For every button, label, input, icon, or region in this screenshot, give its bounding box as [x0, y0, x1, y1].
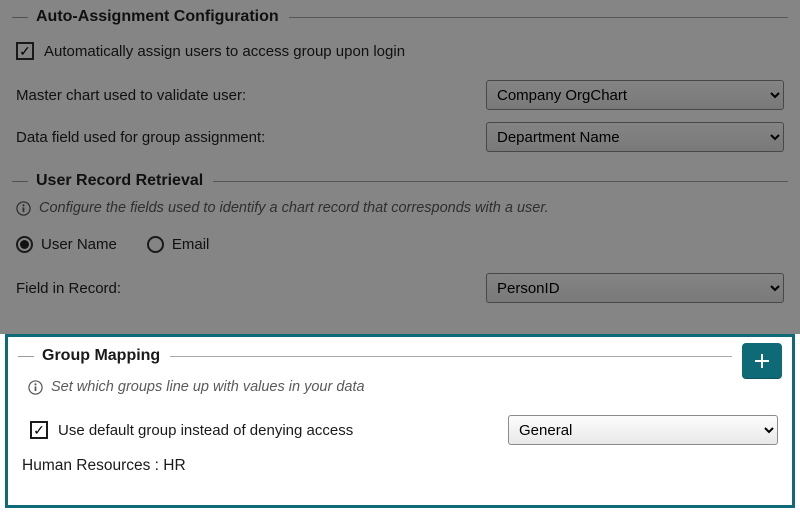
data-field-label: Data field used for group assignment: [16, 129, 486, 146]
field-in-record-label: Field in Record: [16, 280, 486, 297]
legend-dash [18, 356, 34, 357]
legend-line [170, 356, 732, 357]
info-icon [16, 201, 31, 216]
retrieval-info-text: Configure the fields used to identify a … [39, 200, 549, 216]
section-title: User Record Retrieval [36, 172, 203, 190]
legend-line [289, 17, 788, 18]
section-legend: Auto-Assignment Configuration [12, 8, 788, 26]
legend-dash [12, 17, 28, 18]
section-title: Auto-Assignment Configuration [36, 8, 279, 26]
default-group-checkbox-label: Use default group instead of denying acc… [58, 422, 498, 439]
auto-assignment-section: Auto-Assignment Configuration ✓ Automati… [8, 0, 792, 160]
group-mapping-panel: Group Mapping Set which groups line up w… [5, 334, 795, 508]
add-mapping-button[interactable] [742, 343, 782, 379]
default-group-checkbox[interactable]: ✓ [30, 421, 48, 439]
radio-email[interactable] [147, 236, 164, 253]
mapping-entry: Human Resources : HR [18, 453, 782, 479]
radio-email-label: Email [172, 236, 210, 253]
radio-username-label: User Name [41, 236, 117, 253]
section-title: Group Mapping [42, 347, 160, 365]
legend-dash [12, 181, 28, 182]
info-icon [28, 380, 43, 395]
radio-username[interactable] [16, 236, 33, 253]
default-group-select[interactable]: General [508, 415, 778, 445]
master-chart-label: Master chart used to validate user: [16, 87, 486, 104]
field-in-record-select[interactable]: PersonID [486, 273, 784, 303]
section-legend: User Record Retrieval [12, 172, 788, 190]
legend-line [213, 181, 788, 182]
master-chart-select[interactable]: Company OrgChart [486, 80, 784, 110]
plus-icon [754, 353, 770, 369]
user-record-retrieval-section: User Record Retrieval Configure the fiel… [8, 164, 792, 311]
groupmap-info-text: Set which groups line up with values in … [51, 379, 365, 395]
auto-assign-checkbox-label: Automatically assign users to access gro… [44, 43, 405, 60]
data-field-select[interactable]: Department Name [486, 122, 784, 152]
auto-assign-checkbox[interactable]: ✓ [16, 42, 34, 60]
section-legend: Group Mapping [18, 347, 782, 365]
